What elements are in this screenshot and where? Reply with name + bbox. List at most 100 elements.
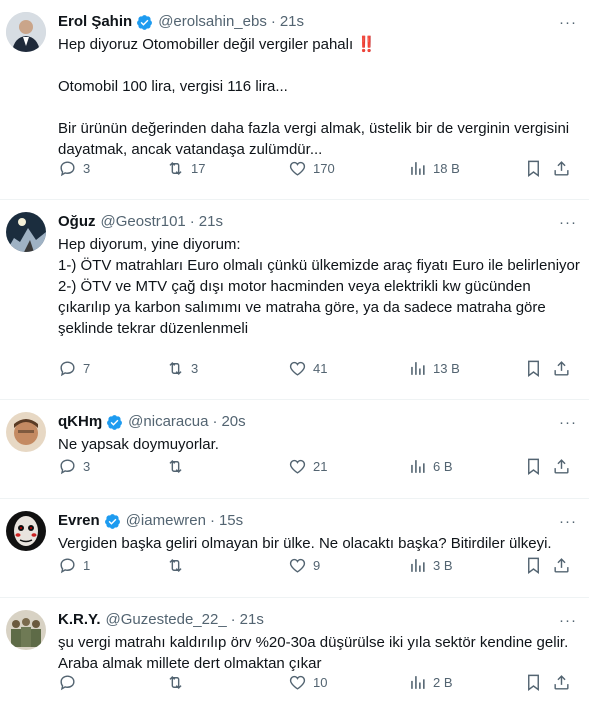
timestamp[interactable]: 21s: [199, 212, 223, 232]
author-handle[interactable]: @Guzestede_22_: [106, 610, 227, 630]
bookmark-icon: [528, 360, 539, 377]
share-button[interactable]: [552, 457, 571, 476]
share-icon: [554, 160, 569, 176]
heart-icon: [289, 558, 306, 573]
bookmark-button[interactable]: [524, 673, 543, 692]
bookmark-icon: [528, 557, 539, 574]
author-handle[interactable]: @erolsahin_ebs: [158, 12, 267, 32]
reply-count: 3: [83, 160, 91, 176]
separator-dot: ·: [270, 13, 276, 30]
like-button[interactable]: 9: [288, 556, 320, 575]
reply-button[interactable]: 3: [58, 457, 90, 476]
views-count: 3 B: [433, 557, 453, 573]
author-name[interactable]: Oğuz: [58, 212, 96, 232]
analytics-icon: [411, 675, 425, 689]
separator-dot: ·: [212, 413, 218, 430]
bookmark-button[interactable]: [524, 556, 543, 575]
verified-badge-icon: [137, 14, 153, 30]
author-handle[interactable]: @Geostr101: [101, 212, 186, 232]
tweet[interactable]: Evren @iamewren · 15s ··· Vergiden başka…: [0, 499, 589, 598]
author-handle[interactable]: @nicaracua: [128, 412, 208, 432]
author-handle[interactable]: @iamewren: [126, 511, 206, 531]
avatar[interactable]: [6, 12, 46, 52]
repost-icon: [169, 558, 182, 572]
share-icon: [554, 674, 569, 690]
like-count: 9: [313, 557, 321, 573]
tweet[interactable]: Erol Şahin @erolsahin_ebs · 21s ··· Hep …: [0, 0, 589, 200]
share-button[interactable]: [552, 673, 571, 692]
author-name[interactable]: Erol Şahin: [58, 12, 132, 32]
repost-icon: [169, 361, 182, 375]
reply-icon: [60, 360, 75, 376]
more-options-icon[interactable]: ···: [559, 14, 577, 31]
avatar[interactable]: [6, 212, 46, 252]
author-name[interactable]: ɋKHɱ: [58, 412, 102, 432]
share-button[interactable]: [552, 556, 571, 575]
like-count: 41: [313, 360, 328, 376]
bookmark-button[interactable]: [524, 159, 543, 178]
reply-button[interactable]: 1: [58, 556, 90, 575]
repost-button[interactable]: [166, 673, 191, 692]
like-count: 10: [313, 674, 328, 690]
views-button[interactable]: 6 B: [408, 457, 453, 476]
tweet[interactable]: Oğuz @Geostr101 · 21s ··· Hep diyorum, y…: [0, 200, 589, 400]
views-button[interactable]: 2 B: [408, 673, 453, 692]
tweet[interactable]: K.R.Y. @Guzestede_22_ · 21s ··· şu vergi…: [0, 598, 589, 715]
timestamp[interactable]: 20s: [221, 412, 245, 432]
bookmark-icon: [528, 160, 539, 177]
share-icon: [554, 458, 569, 474]
more-options-icon[interactable]: ···: [559, 414, 577, 431]
bookmark-icon: [528, 458, 539, 475]
author-name[interactable]: K.R.Y.: [58, 610, 101, 630]
repost-count: 3: [191, 360, 199, 376]
avatar[interactable]: [6, 412, 46, 452]
reply-button[interactable]: [58, 673, 83, 692]
like-button[interactable]: 170: [288, 159, 335, 178]
views-count: 18 B: [433, 160, 460, 176]
tweet-text: Hep diyoruz Otomobiller değil vergiler p…: [58, 36, 570, 158]
author-name[interactable]: Evren: [58, 511, 100, 531]
more-options-icon[interactable]: ···: [559, 612, 577, 629]
timestamp[interactable]: 15s: [219, 511, 243, 531]
bookmark-button[interactable]: [524, 359, 543, 378]
reply-button[interactable]: 7: [58, 359, 90, 378]
bookmark-icon: [528, 674, 539, 691]
avatar[interactable]: [6, 511, 46, 551]
tweet[interactable]: ɋKHɱ @nicaracua · 20s ··· Ne yapsak doym…: [0, 400, 589, 499]
timestamp[interactable]: 21s: [280, 12, 304, 32]
analytics-icon: [411, 361, 425, 375]
analytics-icon: [411, 558, 425, 572]
analytics-icon: [411, 161, 425, 175]
views-count: 6 B: [433, 458, 453, 474]
views-button[interactable]: 13 B: [408, 359, 460, 378]
like-button[interactable]: 10: [288, 673, 327, 692]
share-icon: [554, 557, 569, 573]
heart-icon: [289, 459, 306, 474]
analytics-icon: [411, 459, 425, 473]
repost-icon: [169, 161, 182, 175]
share-button[interactable]: [552, 359, 571, 378]
timestamp[interactable]: 21s: [240, 610, 264, 630]
repost-button[interactable]: [166, 457, 191, 476]
share-icon: [554, 360, 569, 376]
repost-button[interactable]: 3: [166, 359, 198, 378]
avatar[interactable]: [6, 610, 46, 650]
verified-badge-icon: [104, 513, 120, 529]
heart-icon: [289, 361, 306, 376]
views-button[interactable]: 18 B: [408, 159, 460, 178]
bookmark-button[interactable]: [524, 457, 543, 476]
like-count: 170: [313, 160, 335, 176]
repost-button[interactable]: [166, 556, 191, 575]
like-button[interactable]: 21: [288, 457, 327, 476]
repost-button[interactable]: 17: [166, 159, 205, 178]
like-button[interactable]: 41: [288, 359, 327, 378]
more-options-icon[interactable]: ···: [559, 513, 577, 530]
heart-icon: [289, 161, 306, 176]
reply-icon: [60, 160, 75, 176]
like-count: 21: [313, 458, 328, 474]
separator-dot: ·: [209, 512, 215, 529]
reply-button[interactable]: 3: [58, 159, 90, 178]
views-button[interactable]: 3 B: [408, 556, 453, 575]
share-button[interactable]: [552, 159, 571, 178]
more-options-icon[interactable]: ···: [559, 214, 577, 231]
